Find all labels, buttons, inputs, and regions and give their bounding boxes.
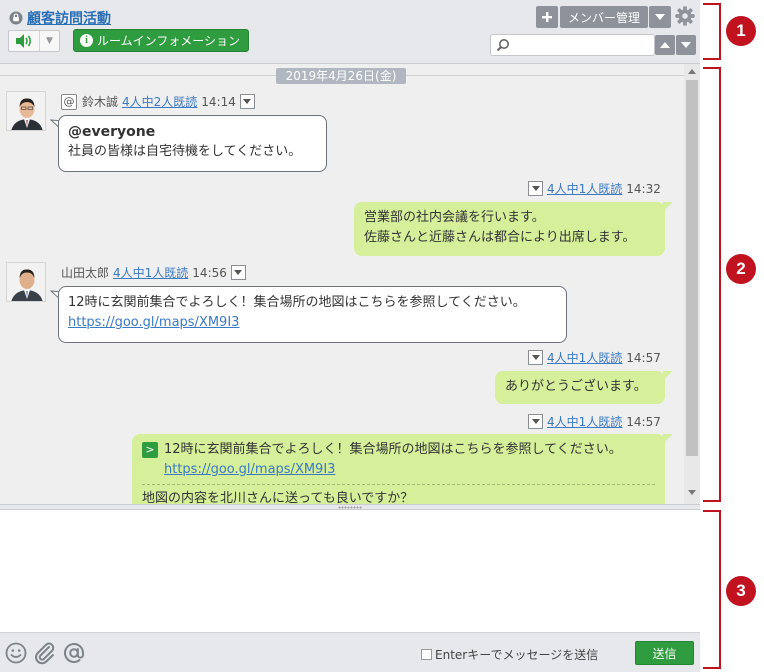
annotation-bracket — [703, 510, 721, 669]
map-link[interactable]: https://goo.gl/maps/XM9I3 — [142, 460, 655, 480]
chevron-down-icon[interactable]: ▼ — [39, 31, 59, 51]
info-icon: i — [80, 34, 93, 47]
paperclip-icon[interactable] — [33, 641, 57, 665]
message-time: 14:56 — [192, 265, 227, 280]
room-header: 顧客訪問活動 ▼ i ルームインフォメーション メンバー管理 — [0, 0, 700, 64]
message-meta: 4人中1人既読 14:57 — [528, 413, 661, 430]
annotation-marker: 2 — [726, 254, 756, 284]
message-meta: 山田太郎 4人中1人既読 14:56 — [61, 264, 246, 281]
read-status-link[interactable]: 4人中1人既読 — [547, 349, 622, 366]
room-info-button[interactable]: i ルームインフォメーション — [73, 29, 250, 52]
avatar[interactable] — [6, 91, 46, 131]
room-title-link[interactable]: 顧客訪問活動 — [27, 8, 111, 28]
date-label: 2019年4月26日(金) — [276, 68, 406, 84]
message-bubble: 12時に玄関前集合でよろしく！集合場所の地図はこちらを参照してください。 htt… — [58, 286, 567, 343]
read-status-link[interactable]: 4人中2人既読 — [122, 93, 197, 110]
message-text: 地図の内容を北川さんに送っても良いですか？ — [142, 484, 655, 504]
mention-icon[interactable] — [62, 641, 86, 665]
message-time: 14:14 — [201, 94, 236, 109]
message-search-box — [490, 34, 655, 56]
add-button[interactable] — [536, 6, 558, 28]
search-prev-button[interactable] — [655, 35, 675, 55]
message-meta: @ 鈴木誠 4人中2人既読 14:14 — [61, 93, 255, 110]
compose-toolbar: Enterキーでメッセージを送信 送信 — [0, 632, 700, 672]
bubble-tail — [663, 434, 673, 443]
map-link[interactable]: https://goo.gl/maps/XM9I3 — [68, 313, 557, 333]
message-input[interactable] — [0, 510, 700, 632]
scroll-down-arrow-icon[interactable] — [688, 490, 696, 495]
quoted-message[interactable]: >12時に玄関前集合でよろしく！集合場所の地図はこちらを参照してください。 ht… — [142, 440, 655, 480]
quote-text: 12時に玄関前集合でよろしく！集合場所の地図はこちらを参照してください。 — [164, 442, 622, 457]
search-next-button[interactable] — [676, 35, 696, 55]
message-text-line: 佐藤さんと近藤さんは都合により出席します。 — [364, 230, 636, 245]
message-bubble: @everyone 社員の皆様は自宅待機をしてください。 — [58, 115, 327, 172]
bubble-tail — [663, 371, 673, 380]
gear-icon[interactable] — [674, 5, 696, 27]
message-menu-dropdown[interactable] — [239, 94, 255, 109]
chat-scrollbar[interactable] — [684, 64, 700, 504]
mention-icon: @ — [61, 93, 77, 110]
enter-to-send-label: Enterキーでメッセージを送信 — [435, 648, 599, 662]
date-separator: 2019年4月26日(金) — [0, 64, 684, 86]
message-text-line: 営業部の社内会議を行います。 — [364, 210, 545, 225]
read-status-link[interactable]: 4人中1人既読 — [547, 180, 622, 197]
chevron-up-icon — [660, 42, 670, 48]
drag-handle-icon[interactable] — [338, 506, 362, 509]
message-time: 14:57 — [626, 350, 661, 365]
message-text: 12時に玄関前集合でよろしく！集合場所の地図はこちらを参照してください。 — [68, 295, 526, 310]
chevron-down-icon — [681, 42, 691, 48]
scrollbar-thumb[interactable] — [686, 80, 698, 456]
member-menu-dropdown[interactable] — [649, 6, 671, 28]
message-compose-area — [0, 510, 700, 632]
message-bubble: ありがとうございます。 — [495, 371, 665, 404]
send-button[interactable]: 送信 — [635, 641, 694, 665]
member-management-button[interactable]: メンバー管理 — [560, 6, 648, 28]
sender-name: 鈴木誠 — [82, 95, 119, 109]
enter-to-send-option[interactable]: Enterキーでメッセージを送信 — [421, 646, 598, 663]
message-text: 社員の皆様は自宅待機をしてください。 — [68, 144, 302, 159]
message-menu-dropdown[interactable] — [528, 181, 543, 196]
annotation-bracket — [703, 67, 721, 502]
message-menu-dropdown[interactable] — [230, 265, 246, 280]
annotation-marker: 3 — [726, 576, 756, 606]
message-list: 2019年4月26日(金) @ 鈴木誠 4人中2人既読 14:14 @every… — [0, 64, 700, 504]
reply-icon: > — [142, 441, 158, 458]
message-meta: 4人中1人既読 14:57 — [528, 349, 661, 366]
notification-sound-button[interactable]: ▼ — [8, 30, 60, 52]
person-avatar-icon — [7, 92, 45, 130]
message-bubble: >12時に玄関前集合でよろしく！集合場所の地図はこちらを参照してください。 ht… — [132, 434, 665, 504]
chevron-down-icon — [655, 14, 665, 20]
search-input[interactable] — [513, 37, 651, 53]
message-bubble: 営業部の社内会議を行います。 佐藤さんと近藤さんは都合により出席します。 — [354, 202, 665, 256]
annotation-marker: 1 — [726, 16, 756, 46]
search-icon — [496, 39, 509, 52]
message-time: 14:57 — [626, 414, 661, 429]
speaker-icon — [9, 31, 39, 51]
lock-icon — [9, 11, 23, 25]
message-text: ありがとうございます。 — [505, 379, 647, 394]
scroll-up-arrow-icon[interactable] — [688, 69, 696, 74]
mention-text: @everyone — [68, 124, 156, 140]
emoji-icon[interactable] — [4, 641, 28, 665]
plus-icon — [542, 12, 552, 22]
message-meta: 4人中1人既読 14:32 — [528, 180, 661, 197]
bubble-tail — [663, 202, 673, 211]
message-menu-dropdown[interactable] — [528, 350, 543, 365]
read-status-link[interactable]: 4人中1人既読 — [547, 413, 622, 430]
avatar[interactable] — [6, 262, 46, 302]
message-menu-dropdown[interactable] — [528, 414, 543, 429]
annotation-bracket — [703, 3, 721, 60]
read-status-link[interactable]: 4人中1人既読 — [113, 264, 188, 281]
message-time: 14:32 — [626, 181, 661, 196]
person-avatar-icon — [7, 263, 45, 301]
room-info-label: ルームインフォメーション — [97, 34, 241, 48]
room-title: 顧客訪問活動 — [9, 8, 111, 28]
sender-name: 山田太郎 — [61, 266, 110, 280]
enter-to-send-checkbox[interactable] — [421, 649, 432, 660]
